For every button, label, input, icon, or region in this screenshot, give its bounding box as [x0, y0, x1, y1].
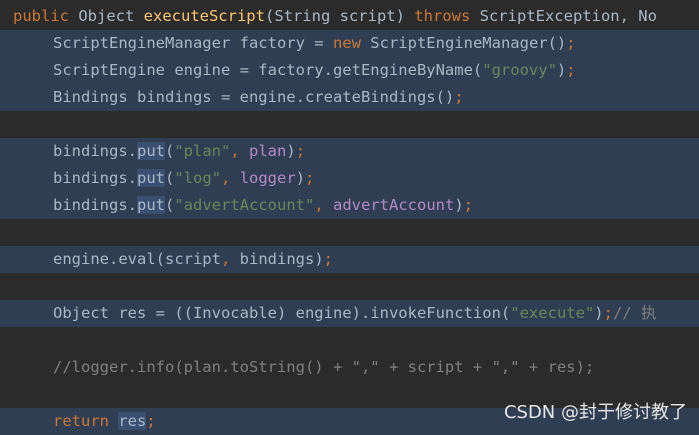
- string-literal: "advertAccount": [174, 196, 315, 214]
- code-text: (: [165, 169, 175, 187]
- code-editor[interactable]: public Object executeScript(String scrip…: [0, 0, 699, 435]
- string-literal: "groovy": [482, 61, 557, 79]
- code-text: ScriptException, No: [470, 7, 657, 25]
- highlighted-put: put: [137, 169, 165, 187]
- code-line-9[interactable]: [0, 219, 699, 246]
- code-text: (String script): [264, 7, 415, 25]
- keyword-new: new: [332, 34, 361, 52]
- code-text: (: [165, 196, 175, 214]
- code-text: bindings.: [53, 142, 137, 160]
- code-text: ): [594, 304, 604, 322]
- csdn-watermark: CSDN @封于修讨教了: [503, 402, 687, 423]
- semicolon: ;: [603, 304, 613, 322]
- inline-comment: // 执: [612, 304, 657, 322]
- semicolon: ;: [305, 169, 315, 187]
- method-name: executeScript: [143, 7, 265, 25]
- parameter: logger: [239, 169, 296, 187]
- code-line-7[interactable]: bindings.put("log", logger);: [0, 165, 699, 192]
- code-text: ): [556, 61, 567, 79]
- code-text: Object: [69, 7, 144, 25]
- parameter: plan: [249, 142, 287, 160]
- code-line-1[interactable]: public Object executeScript(String scrip…: [0, 3, 699, 30]
- code-line-13[interactable]: [0, 327, 699, 354]
- code-line-6[interactable]: bindings.put("plan", plan);: [0, 138, 699, 165]
- code-text: ): [286, 142, 296, 160]
- comma: ,: [230, 142, 250, 160]
- semicolon: ;: [454, 88, 464, 106]
- code-line-8[interactable]: bindings.put("advertAccount", advertAcco…: [0, 192, 699, 219]
- code-line-10[interactable]: engine.eval(script, bindings);: [0, 246, 699, 273]
- string-literal: "log": [174, 169, 222, 187]
- code-text: (: [165, 142, 175, 160]
- code-text: ScriptEngineManager factory =: [53, 34, 333, 52]
- semicolon: ;: [295, 142, 306, 160]
- keyword-return: return: [53, 412, 109, 430]
- code-line-11[interactable]: [0, 273, 699, 300]
- highlighted-put: put: [137, 142, 165, 160]
- keyword-public: public: [13, 7, 69, 25]
- comma: ,: [221, 169, 240, 187]
- highlighted-res: res: [118, 412, 147, 430]
- semicolon: ;: [566, 34, 576, 52]
- comma: ,: [314, 196, 333, 214]
- code-text: bindings): [230, 250, 324, 268]
- code-line-3[interactable]: ScriptEngine engine = factory.getEngineB…: [0, 57, 699, 84]
- code-line-12[interactable]: Object res = ((Invocable) engine).invoke…: [0, 300, 699, 327]
- code-text: Object res = ((Invocable) engine).invoke…: [53, 304, 511, 322]
- string-literal: "execute": [510, 304, 595, 322]
- code-text: ScriptEngineManager(): [360, 34, 567, 52]
- code-line-4[interactable]: Bindings bindings = engine.createBinding…: [0, 84, 699, 111]
- code-text: Bindings bindings = engine.createBinding…: [53, 88, 455, 106]
- semicolon: ;: [463, 196, 474, 214]
- code-line-5[interactable]: [0, 111, 699, 138]
- semicolon: ;: [323, 250, 333, 268]
- highlighted-put: put: [137, 196, 165, 214]
- code-line-14[interactable]: //logger.info(plan.toString() + "," + sc…: [0, 354, 699, 381]
- code-text: ): [295, 169, 306, 187]
- parameter: advertAccount: [333, 196, 455, 214]
- keyword-throws: throws: [414, 7, 471, 25]
- code-text: ): [454, 196, 464, 214]
- code-text: bindings.: [53, 169, 137, 187]
- code-line-2[interactable]: ScriptEngineManager factory = new Script…: [0, 30, 699, 57]
- semicolon: ;: [146, 412, 156, 430]
- code-text: ScriptEngine engine = factory.getEngineB…: [53, 61, 483, 79]
- line-comment: //logger.info(plan.toString() + "," + sc…: [53, 358, 595, 376]
- comma: ,: [220, 250, 231, 268]
- semicolon: ;: [566, 61, 576, 79]
- string-literal: "plan": [174, 142, 231, 160]
- code-text: engine.eval(script: [53, 250, 221, 268]
- code-text: bindings.: [53, 196, 137, 214]
